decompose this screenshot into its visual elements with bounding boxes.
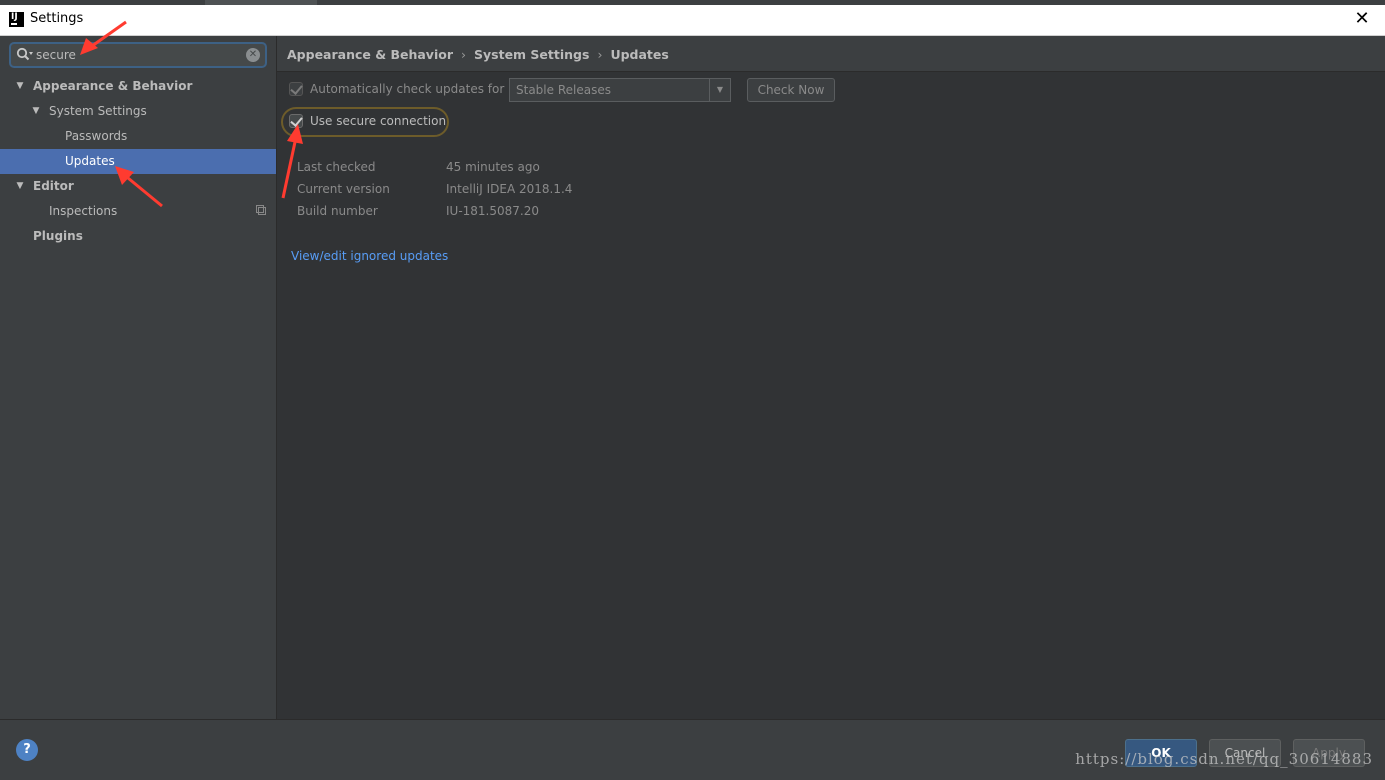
check-now-button[interactable]: Check Now xyxy=(747,78,835,102)
watermark: https://blog.csdn.net/qq_30614883 xyxy=(1075,750,1373,768)
breadcrumb-item: System Settings xyxy=(474,47,590,62)
tree-item-appearance-behavior[interactable]: ▼ Appearance & Behavior xyxy=(0,74,276,99)
checkmark-icon xyxy=(290,82,303,95)
help-icon[interactable]: ? xyxy=(16,739,38,761)
info-value: IU-181.5087.20 xyxy=(446,204,539,218)
expand-triangle-icon[interactable]: ▼ xyxy=(15,174,25,199)
update-channel-value: Stable Releases xyxy=(516,83,611,97)
tree-item-system-settings[interactable]: ▼ System Settings xyxy=(0,99,276,124)
info-key: Last checked xyxy=(297,160,376,174)
auto-check-label: Automatically check updates for xyxy=(310,82,505,96)
title-bar: IJ Settings ✕ xyxy=(0,5,1385,36)
tree-item-label: Appearance & Behavior xyxy=(33,79,193,93)
breadcrumb-separator: › xyxy=(597,47,603,62)
search-icon[interactable] xyxy=(16,47,34,63)
checkmark-icon xyxy=(290,114,303,127)
secure-connection-label: Use secure connection xyxy=(310,114,447,128)
info-key: Current version xyxy=(297,182,390,196)
tree-item-updates[interactable]: Updates xyxy=(0,149,276,174)
tree-item-inspections[interactable]: Inspections xyxy=(0,199,276,224)
breadcrumb: Appearance & Behavior › System Settings › Up… xyxy=(277,36,1385,72)
tree-item-editor[interactable]: ▼ Editor xyxy=(0,174,276,199)
clear-search-icon[interactable]: ✕ xyxy=(246,48,260,62)
auto-check-checkbox[interactable] xyxy=(289,82,303,96)
intellij-app-icon: IJ xyxy=(9,12,24,27)
tree-item-plugins[interactable]: Plugins xyxy=(0,224,276,249)
info-value: 45 minutes ago xyxy=(446,160,540,174)
dialog-footer: ? OK Cancel Apply https://blog.csdn.net/… xyxy=(0,719,1385,780)
dropdown-arrow-icon[interactable]: ▼ xyxy=(709,79,730,101)
tree-item-label: Inspections xyxy=(49,204,118,218)
tree-item-label: Updates xyxy=(65,154,115,168)
tree-item-label: System Settings xyxy=(49,104,147,118)
breadcrumb-item: Appearance & Behavior xyxy=(287,47,453,62)
tree-item-label: Plugins xyxy=(33,229,83,243)
update-channel-select[interactable]: Stable Releases ▼ xyxy=(509,78,731,102)
tree-item-passwords[interactable]: Passwords xyxy=(0,124,276,149)
window-title: Settings xyxy=(30,11,84,26)
expand-triangle-icon[interactable]: ▼ xyxy=(31,99,41,124)
search-input[interactable] xyxy=(36,46,241,64)
info-key: Build number xyxy=(297,204,378,218)
settings-content: Appearance & Behavior › System Settings › Up… xyxy=(277,36,1385,719)
expand-triangle-icon[interactable]: ▼ xyxy=(15,74,25,99)
settings-sidebar: ✕ ▼ Appearance & Behavior ▼ System Setti… xyxy=(0,36,277,719)
settings-search[interactable]: ✕ xyxy=(9,42,267,68)
tree-item-label: Editor xyxy=(33,179,74,193)
secure-connection-checkbox[interactable] xyxy=(289,114,303,128)
close-button[interactable]: ✕ xyxy=(1339,5,1385,35)
info-value: IntelliJ IDEA 2018.1.4 xyxy=(446,182,573,196)
view-ignored-updates-link[interactable]: View/edit ignored updates xyxy=(291,249,448,263)
breadcrumb-separator: › xyxy=(461,47,466,62)
tree-item-label: Passwords xyxy=(65,129,128,143)
project-scope-icon xyxy=(256,205,266,215)
breadcrumb-item: Updates xyxy=(610,47,669,62)
